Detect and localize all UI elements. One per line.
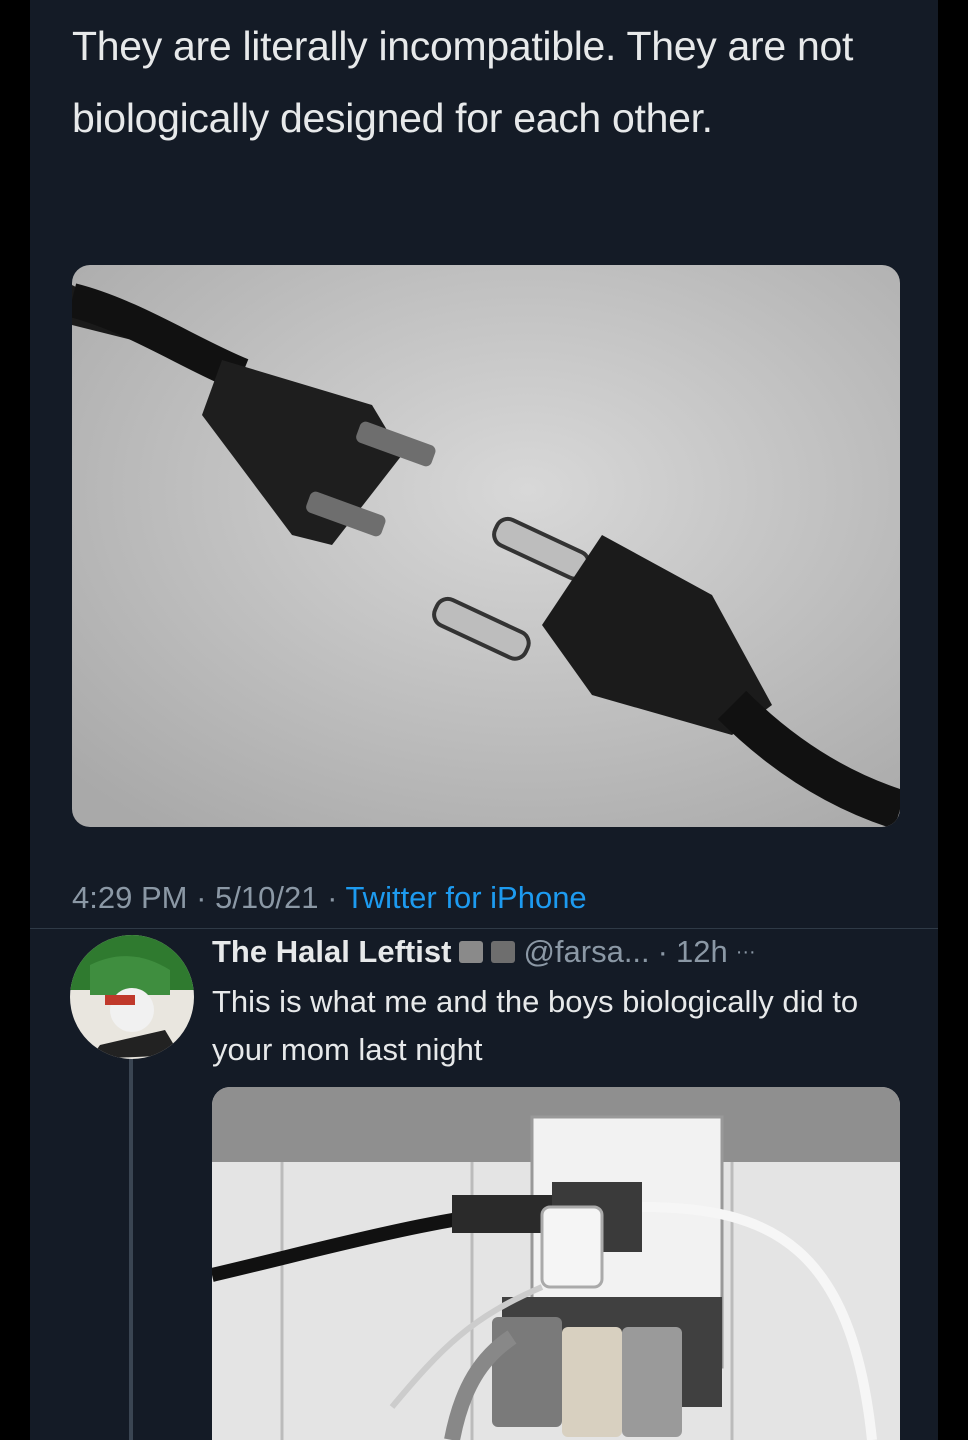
plug-photo-icon bbox=[72, 265, 900, 827]
tweet-image[interactable] bbox=[72, 265, 900, 827]
reply-author-name[interactable]: The Halal Leftist bbox=[212, 934, 451, 970]
more-options-icon[interactable]: ··· bbox=[736, 941, 756, 964]
separator: · bbox=[657, 934, 668, 969]
tweet-date: 5/10/21 bbox=[215, 880, 319, 915]
reply-header: The Halal Leftist @farsa... · 12h ··· bbox=[212, 930, 756, 974]
tweet-client-link[interactable]: Twitter for iPhone bbox=[345, 880, 586, 915]
tweet-text: They are literally incompatible. They ar… bbox=[72, 23, 854, 141]
thread-line bbox=[129, 1055, 133, 1440]
emoji-badge-icon bbox=[459, 941, 484, 963]
separator: · bbox=[187, 880, 216, 915]
tweet-time: 4:29 PM bbox=[72, 880, 188, 915]
avatar[interactable] bbox=[70, 935, 194, 1059]
reply-handle[interactable]: @farsa... bbox=[523, 934, 649, 970]
flag-badge-icon bbox=[491, 941, 516, 963]
outlet-photo-icon bbox=[212, 1087, 900, 1440]
divider bbox=[30, 928, 938, 929]
tweet-metadata: 4:29 PM · 5/10/21 · Twitter for iPhone bbox=[72, 880, 587, 924]
avatar-icon bbox=[70, 935, 194, 1059]
reply-image[interactable] bbox=[212, 1087, 900, 1440]
separator: · bbox=[318, 880, 346, 915]
reply-time[interactable]: 12h bbox=[676, 934, 728, 970]
reply-text: This is what me and the boys biologicall… bbox=[212, 984, 859, 1067]
